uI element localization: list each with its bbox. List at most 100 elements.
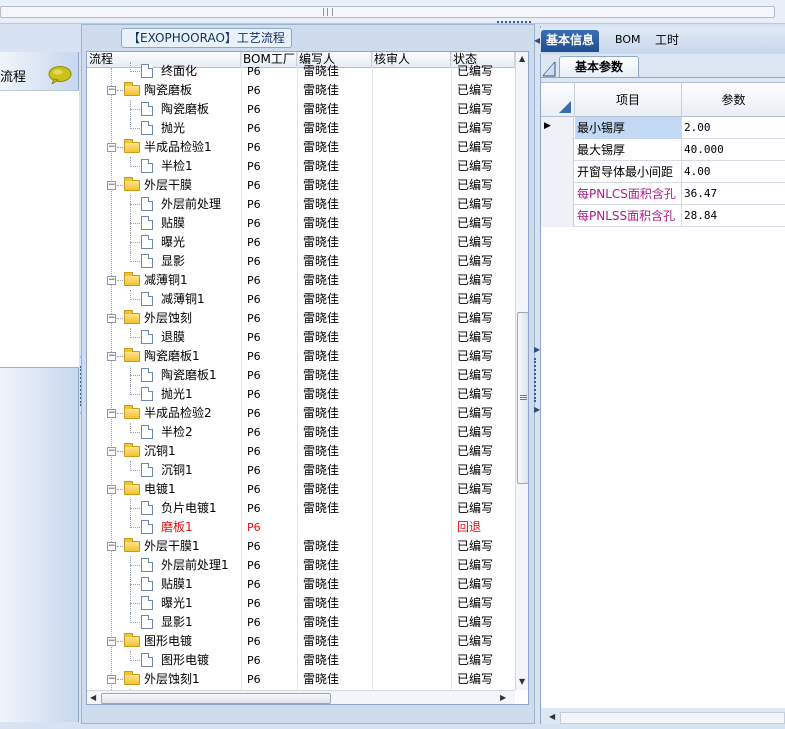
table-row[interactable]: 沉铜1 P6 雷晓佳 已编写 — [87, 461, 515, 480]
horizontal-scrollbar[interactable]: ◀ ▶ — [87, 690, 515, 704]
table-row[interactable]: 抛光1 P6 雷晓佳 已编写 — [87, 385, 515, 404]
tree-line — [130, 299, 140, 300]
collapse-toggle-icon[interactable]: − — [107, 86, 116, 95]
collapse-toggle-icon[interactable]: − — [107, 485, 116, 494]
tree-node-label: 外层蚀刻1 — [144, 672, 200, 686]
table-row[interactable]: 显影1 P6 雷晓佳 已编写 — [87, 613, 515, 632]
collapse-toggle-icon[interactable]: − — [107, 352, 116, 361]
collapse-toggle-icon[interactable]: − — [107, 181, 116, 190]
table-row[interactable]: 曝光 P6 雷晓佳 已编写 — [87, 233, 515, 252]
collapse-toggle-icon[interactable]: − — [107, 637, 116, 646]
collapse-toggle-icon[interactable]: − — [107, 409, 116, 418]
param-item[interactable]: 每PNLCS面积含孔 — [575, 183, 682, 205]
horizontal-scroll-thumb[interactable] — [101, 693, 331, 704]
table-row[interactable]: 负片电镀1 P6 雷晓佳 已编写 — [87, 499, 515, 518]
collapse-toggle-icon[interactable]: − — [107, 675, 116, 684]
collapse-toggle-icon[interactable]: − — [107, 314, 116, 323]
reviewer-cell — [372, 347, 378, 366]
table-row[interactable]: − 半成品检验2 P6 雷晓佳 已编写 — [87, 404, 515, 423]
row-header[interactable] — [541, 183, 574, 205]
param-item[interactable]: 最小锡厚 — [575, 117, 682, 139]
table-row[interactable]: − 外层蚀刻 P6 雷晓佳 已编写 — [87, 309, 515, 328]
table-row[interactable]: 半检1 P6 雷晓佳 已编写 — [87, 157, 515, 176]
table-row[interactable]: 贴膜1 P6 雷晓佳 已编写 — [87, 575, 515, 594]
table-row[interactable]: 终面化 P6 雷晓佳 已编写 — [87, 62, 515, 81]
status-cell: 已编写 — [457, 235, 494, 249]
row-header[interactable]: ▶ — [541, 117, 574, 139]
author-cell: 雷晓佳 — [303, 235, 340, 249]
bom-cell: P6 — [247, 635, 261, 648]
params-horizontal-scrollbar[interactable] — [560, 712, 785, 724]
collapse-toggle-icon[interactable]: − — [107, 143, 116, 152]
param-item[interactable]: 每PNLSS面积含孔 — [575, 205, 682, 227]
param-value[interactable]: 2.00 — [682, 117, 785, 139]
splitter-grip-top[interactable] — [497, 21, 531, 25]
table-row[interactable]: 陶瓷磨板1 P6 雷晓佳 已编写 — [87, 366, 515, 385]
table-row[interactable]: 磨板1 P6 回退 — [87, 518, 515, 537]
table-row[interactable]: − 外层蚀刻1 P6 雷晓佳 已编写 — [87, 670, 515, 689]
param-item[interactable]: 开窗导体最小间距 — [575, 161, 682, 183]
table-row[interactable]: − 外层干膜1 P6 雷晓佳 已编写 — [87, 537, 515, 556]
top-horizontal-scrollbar[interactable] — [0, 6, 775, 18]
table-row[interactable]: − 陶瓷磨板 P6 雷晓佳 已编写 — [87, 81, 515, 100]
tab-bom[interactable]: BOM — [610, 30, 646, 52]
scroll-left-icon[interactable]: ◀ — [549, 712, 555, 721]
tree-line — [130, 622, 140, 623]
params-row[interactable]: 每PNLCS面积含孔 36.47 — [541, 183, 785, 205]
table-row[interactable]: − 半成品检验1 P6 雷晓佳 已编写 — [87, 138, 515, 157]
table-row[interactable]: 外层前处理 P6 雷晓佳 已编写 — [87, 195, 515, 214]
reviewer-cell — [372, 62, 378, 81]
param-value[interactable]: 28.84 — [682, 205, 785, 227]
table-row[interactable]: 陶瓷磨板 P6 雷晓佳 已编写 — [87, 100, 515, 119]
table-row[interactable]: 抛光 P6 雷晓佳 已编写 — [87, 119, 515, 138]
reviewer-cell — [372, 670, 378, 689]
status-cell: 已编写 — [457, 368, 494, 382]
vertical-scrollbar[interactable]: ▲ ▼ — [515, 52, 528, 690]
column-header-value[interactable]: 参数 — [682, 83, 785, 117]
table-row[interactable]: − 减薄铜1 P6 雷晓佳 已编写 — [87, 271, 515, 290]
table-row[interactable]: − 沉铜1 P6 雷晓佳 已编写 — [87, 442, 515, 461]
scroll-down-icon[interactable]: ▼ — [519, 677, 525, 687]
tree-node-label: 曝光 — [161, 235, 186, 249]
params-row[interactable]: 开窗导体最小间距 4.00 — [541, 161, 785, 183]
scroll-left-icon[interactable]: ◀ — [90, 693, 96, 703]
param-value[interactable]: 4.00 — [682, 161, 785, 183]
tab-basic-info[interactable]: 基本信息 — [541, 30, 600, 52]
table-row[interactable]: 外层前处理1 P6 雷晓佳 已编写 — [87, 556, 515, 575]
table-row[interactable]: 减薄铜1 P6 雷晓佳 已编写 — [87, 290, 515, 309]
collapse-toggle-icon[interactable]: − — [107, 276, 116, 285]
row-header[interactable] — [541, 161, 574, 183]
table-row[interactable]: 半检2 P6 雷晓佳 已编写 — [87, 423, 515, 442]
table-row[interactable]: 曝光1 P6 雷晓佳 已编写 — [87, 594, 515, 613]
table-row[interactable]: 图形电镀 P6 雷晓佳 已编写 — [87, 651, 515, 670]
bom-cell: P6 — [247, 255, 261, 268]
speech-bubble-icon[interactable] — [48, 66, 72, 84]
collapse-toggle-icon[interactable]: − — [107, 542, 116, 551]
status-cell: 已编写 — [457, 254, 494, 268]
collapse-arrow-icon[interactable] — [541, 58, 557, 78]
vertical-scroll-thumb[interactable] — [517, 312, 528, 484]
column-header-item[interactable]: 项目 — [575, 83, 682, 117]
params-row[interactable]: 每PNLSS面积含孔 28.84 — [541, 205, 785, 227]
scroll-right-icon[interactable]: ▶ — [500, 693, 506, 703]
param-item[interactable]: 最大锡厚 — [575, 139, 682, 161]
table-row[interactable]: 贴膜 P6 雷晓佳 已编写 — [87, 214, 515, 233]
table-row[interactable]: − 图形电镀 P6 雷晓佳 已编写 — [87, 632, 515, 651]
subtab-basic-params[interactable]: 基本参数 — [559, 56, 639, 78]
param-value[interactable]: 36.47 — [682, 183, 785, 205]
table-row[interactable]: 显影 P6 雷晓佳 已编写 — [87, 252, 515, 271]
params-row[interactable]: 最大锡厚 40.000 — [541, 139, 785, 161]
table-row[interactable]: − 陶瓷磨板1 P6 雷晓佳 已编写 — [87, 347, 515, 366]
params-row[interactable]: ▶ 最小锡厚 2.00 — [541, 117, 785, 139]
table-row[interactable]: − 外层干膜 P6 雷晓佳 已编写 — [87, 176, 515, 195]
table-row[interactable]: − 电镀1 P6 雷晓佳 已编写 — [87, 480, 515, 499]
row-header[interactable] — [541, 205, 574, 227]
collapse-toggle-icon[interactable]: − — [107, 447, 116, 456]
scroll-up-icon[interactable]: ▲ — [519, 54, 525, 64]
left-panel-label[interactable]: 流程 — [0, 66, 26, 85]
param-value[interactable]: 40.000 — [682, 139, 785, 161]
tab-worktime[interactable]: 工时 — [650, 30, 684, 52]
row-header[interactable] — [541, 139, 574, 161]
splitter-grip[interactable] — [534, 358, 536, 402]
table-row[interactable]: 退膜 P6 雷晓佳 已编写 — [87, 328, 515, 347]
